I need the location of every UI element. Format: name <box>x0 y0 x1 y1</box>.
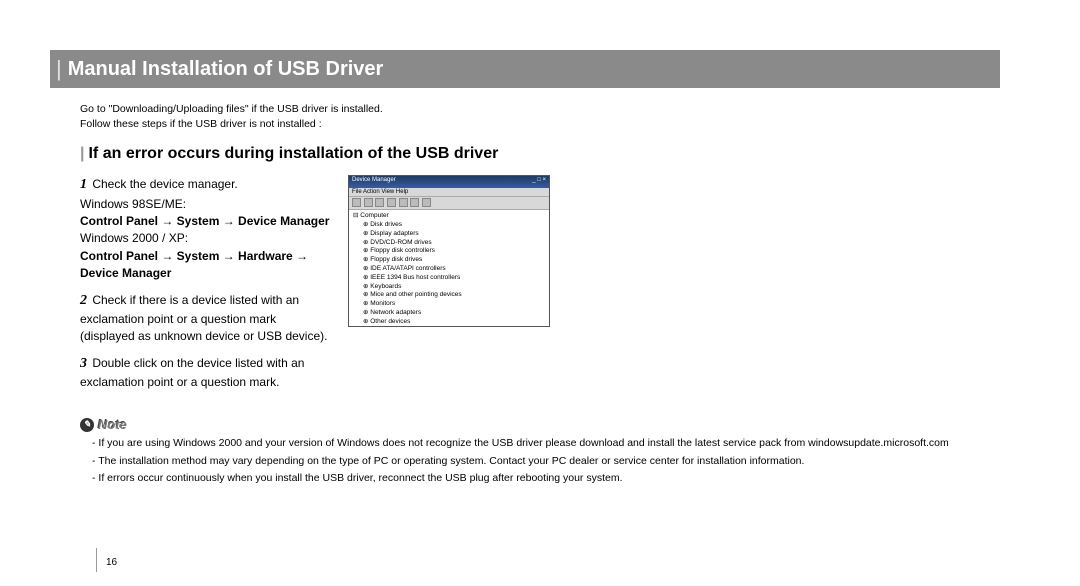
usb-device-highlight: USB Device <box>378 326 423 327</box>
step-2-text: Check if there is a device listed with a… <box>80 293 327 344</box>
manual-page: | Manual Installation of USB Driver Go t… <box>0 0 1080 508</box>
tree-item: ⊕ Disk drives <box>353 221 545 230</box>
tree-item: ⊕ Network adapters <box>353 309 545 318</box>
toolbar-icon <box>422 198 431 207</box>
step-number: 2 <box>80 293 87 308</box>
tree-item: ⊕ IDE ATA/ATAPI controllers <box>353 265 545 274</box>
page-title-bar: | Manual Installation of USB Driver <box>50 50 1000 88</box>
devmgr-tree: ⊟ Computer ⊕ Disk drives ⊕ Display adapt… <box>349 210 549 327</box>
step-number: 1 <box>80 177 87 192</box>
section-pipe-icon: | <box>80 145 84 162</box>
step-3: 3 Double click on the device listed with… <box>80 354 330 392</box>
toolbar-icon <box>410 198 419 207</box>
page-title: Manual Installation of USB Driver <box>68 58 384 81</box>
page-number-divider <box>96 548 97 572</box>
note-item: - If errors occur continuously when you … <box>92 471 1000 486</box>
tree-item: ⊕ Floppy disk drives <box>353 256 545 265</box>
intro-line-2: Follow these steps if the USB driver is … <box>80 117 1000 132</box>
note-list: - If you are using Windows 2000 and your… <box>80 436 1000 486</box>
tree-item: ⊕ Floppy disk controllers <box>353 247 545 256</box>
tree-item: ⊕ IEEE 1394 Bus host controllers <box>353 274 545 283</box>
page-number: 16 <box>106 557 117 568</box>
note-item-text: The installation method may vary dependi… <box>98 455 804 467</box>
toolbar-icon <box>387 198 396 207</box>
window-controls-icon: _ □ × <box>532 177 546 187</box>
toolbar-icon <box>352 198 361 207</box>
toolbar-icon <box>364 198 373 207</box>
note-item-text: If errors occur continuously when you in… <box>98 472 622 484</box>
content-row: 1 Check the device manager. Windows 98SE… <box>80 175 1000 399</box>
tree-item: ⊕ Keyboards <box>353 283 545 292</box>
step-1-path2b: Device Manager <box>80 266 171 280</box>
note-heading: ✎ Note <box>80 417 1000 432</box>
note-item: - If you are using Windows 2000 and your… <box>92 436 1000 451</box>
note-item-text: If you are using Windows 2000 and your v… <box>98 437 948 449</box>
toolbar-icon <box>399 198 408 207</box>
tree-item: ⊕ Mice and other pointing devices <box>353 291 545 300</box>
tree-item: ⊕ Display adapters <box>353 230 545 239</box>
note-item: - The installation method may vary depen… <box>92 454 1000 469</box>
note-block: ✎ Note - If you are using Windows 2000 a… <box>80 417 1000 486</box>
devmgr-menubar: File Action View Help <box>349 188 549 197</box>
step-3-text: Double click on the device listed with a… <box>80 356 304 389</box>
step-1-text: Check the device manager. <box>92 177 237 191</box>
step-2: 2 Check if there is a device listed with… <box>80 291 330 346</box>
steps-column: 1 Check the device manager. Windows 98SE… <box>80 175 330 399</box>
note-label: Note <box>98 417 127 432</box>
devmgr-titlebar: Device Manager _ □ × <box>349 176 549 188</box>
intro-text: Go to "Downloading/Uploading files" if t… <box>80 102 1000 131</box>
devmgr-title: Device Manager <box>352 177 396 187</box>
tree-item: ⊕ DVD/CD-ROM drives <box>353 239 545 248</box>
toolbar-icon <box>375 198 384 207</box>
tree-item: ⊕ Other devices <box>353 318 545 327</box>
step-1-path1: Control Panel → System → Device Manager <box>80 214 329 228</box>
step-1: 1 Check the device manager. Windows 98SE… <box>80 175 330 282</box>
section-heading: |If an error occurs during installation … <box>80 145 1000 163</box>
step-1-os2: Windows 2000 / XP: <box>80 231 188 245</box>
tree-item-highlight: ? USB Device <box>353 326 545 327</box>
devmgr-toolbar <box>349 197 549 210</box>
device-manager-screenshot: Device Manager _ □ × File Action View He… <box>348 175 550 327</box>
title-pipe-icon: | <box>56 56 62 82</box>
step-1-os1: Windows 98SE/ME: <box>80 197 186 211</box>
tree-item: ⊕ Monitors <box>353 300 545 309</box>
intro-line-1: Go to "Downloading/Uploading files" if t… <box>80 102 1000 117</box>
tree-item: ⊟ Computer <box>353 212 545 221</box>
note-icon: ✎ <box>80 418 94 432</box>
section-heading-text: If an error occurs during installation o… <box>88 145 498 162</box>
step-number: 3 <box>80 356 87 371</box>
step-1-path2a: Control Panel → System → Hardware → <box>80 249 308 263</box>
